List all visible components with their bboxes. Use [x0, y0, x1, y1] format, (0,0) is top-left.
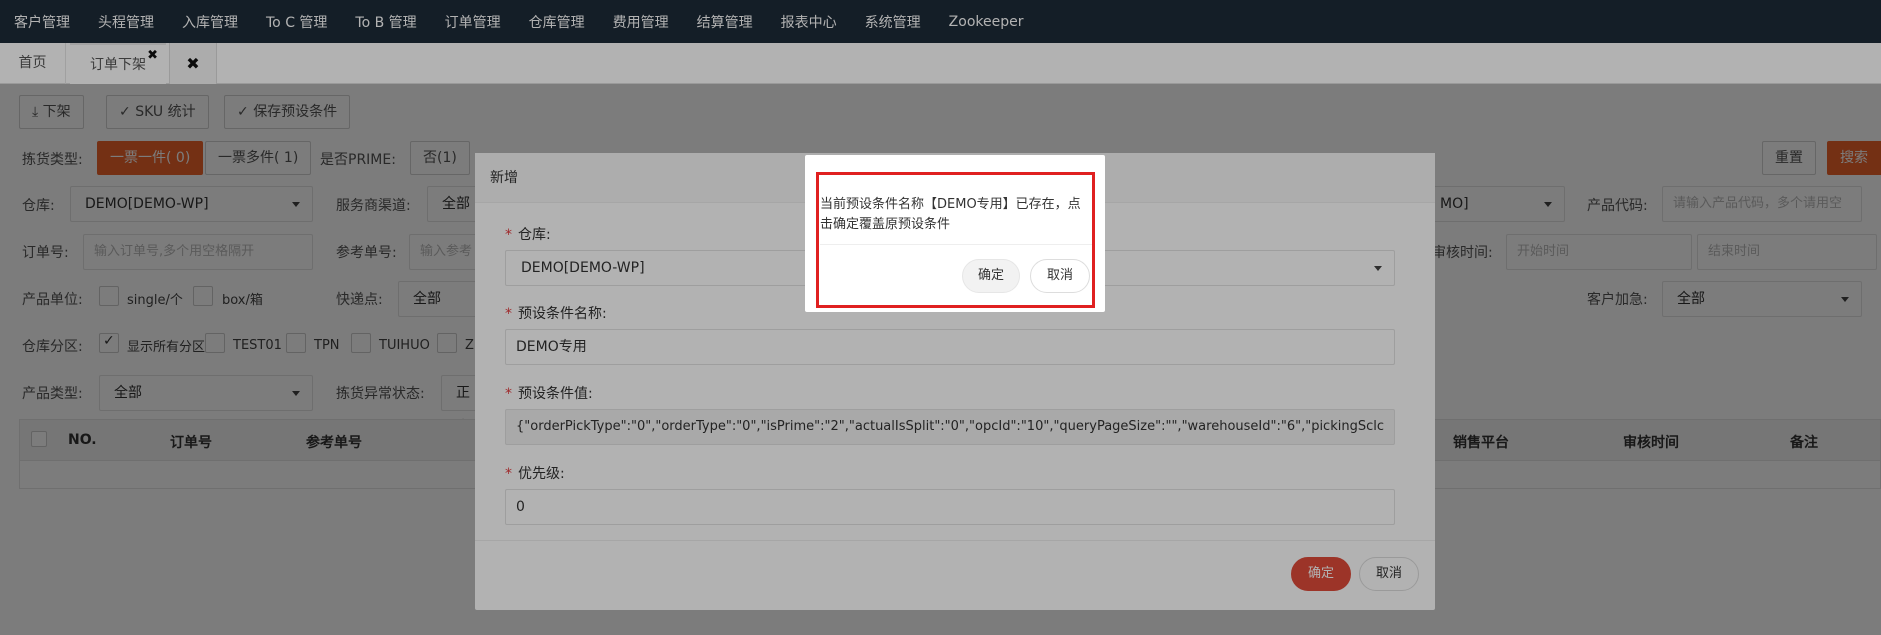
highlight-box: [816, 172, 1095, 308]
confirm-backdrop: [0, 0, 1881, 635]
